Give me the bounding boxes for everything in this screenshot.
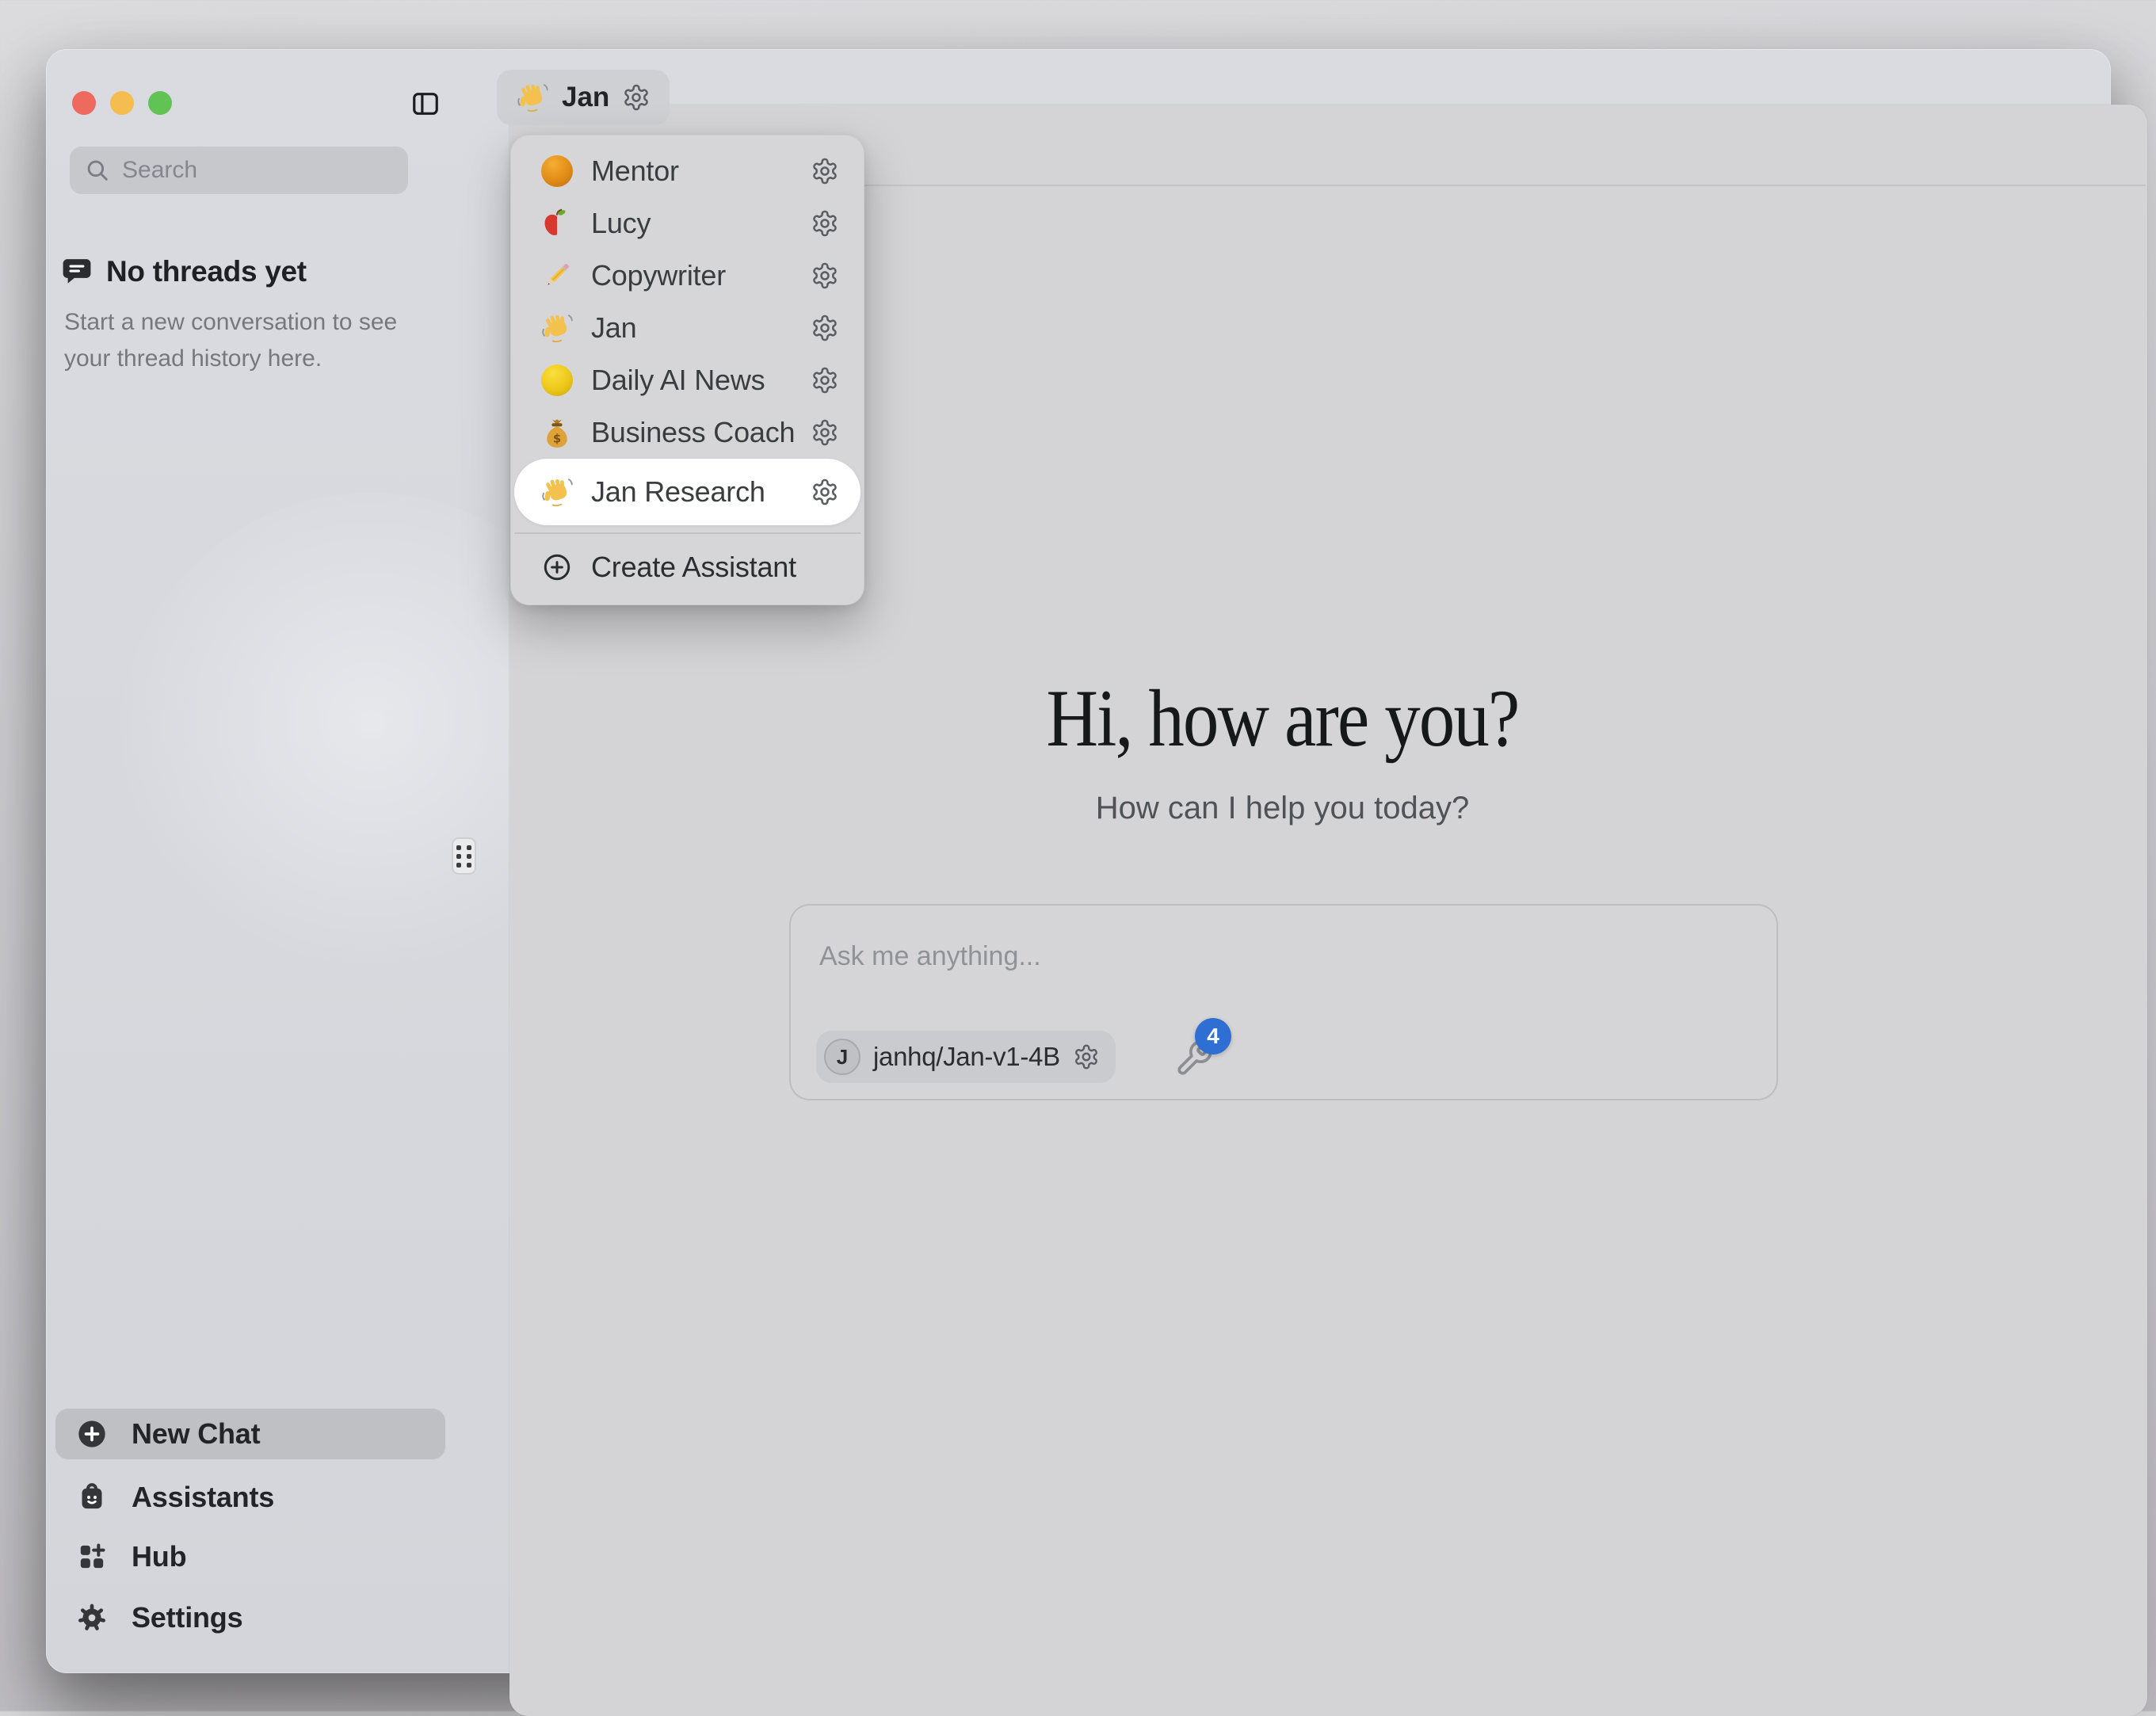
waving-hand-icon [540, 475, 574, 509]
model-avatar: J [824, 1039, 860, 1075]
sidebar-resize-handle[interactable] [452, 837, 476, 875]
sidebar-toggle-button[interactable] [410, 89, 441, 119]
composer[interactable]: J janhq/Jan-v1-4B 4 [789, 904, 1778, 1100]
sidebar-item-assistants[interactable]: Assistants [55, 1472, 445, 1523]
model-name: janhq/Jan-v1-4B [873, 1042, 1060, 1072]
menu-item-create-assistant[interactable]: Create Assistant [514, 541, 860, 593]
assistant-menu: Mentor Lucy [510, 135, 864, 605]
gear-icon[interactable] [811, 261, 839, 290]
gear-icon[interactable] [811, 366, 839, 395]
gear-icon[interactable] [811, 314, 839, 342]
minimize-button[interactable] [110, 91, 134, 115]
menu-item-jan[interactable]: Jan [514, 302, 860, 354]
menu-item-mentor[interactable]: Mentor [514, 145, 860, 197]
hub-grid-icon [76, 1541, 108, 1573]
menu-item-label: Lucy [591, 207, 651, 240]
assistant-selector-chip[interactable]: Jan [497, 70, 670, 125]
greeting-title: Hi, how are you? [562, 672, 2003, 765]
panel-left-icon [410, 89, 441, 119]
svg-text:$: $ [553, 431, 561, 445]
menu-item-lucy[interactable]: Lucy [514, 197, 860, 250]
menu-item-label: Business Coach [591, 416, 795, 449]
waving-hand-icon [516, 81, 549, 114]
gear-icon[interactable] [622, 83, 651, 112]
gear-icon[interactable] [811, 418, 839, 447]
assistant-icon [76, 1481, 108, 1513]
gear-filled-icon [76, 1602, 108, 1634]
gear-icon[interactable] [811, 209, 839, 238]
close-button[interactable] [72, 91, 96, 115]
gear-icon[interactable] [811, 157, 839, 185]
sidebar-item-label: Assistants [132, 1481, 274, 1514]
greeting-subtitle: How can I help you today? [464, 791, 2101, 826]
waving-hand-icon [540, 311, 574, 345]
tools-count-badge: 4 [1195, 1018, 1231, 1054]
sidebar-item-label: New Chat [132, 1417, 260, 1451]
menu-item-label: Jan Research [591, 475, 765, 509]
search-input[interactable] [122, 157, 394, 184]
menu-item-business-coach[interactable]: $ Business Coach [514, 406, 860, 459]
sidebar-item-settings[interactable]: Settings [55, 1592, 445, 1643]
money-bag-icon: $ [540, 416, 574, 449]
message-input[interactable] [819, 941, 1532, 972]
sidebar-item-hub[interactable]: Hub [55, 1531, 445, 1582]
sidebar-item-new-chat[interactable]: New Chat [55, 1409, 445, 1459]
empty-state-title: No threads yet [106, 255, 307, 288]
gear-icon[interactable] [811, 478, 839, 506]
apple-icon [540, 207, 574, 240]
menu-item-label: Create Assistant [591, 551, 796, 584]
plus-circle-outline-icon [540, 551, 574, 584]
sidebar-item-label: Hub [132, 1540, 186, 1573]
plus-circle-icon [76, 1418, 108, 1450]
sidebar-item-label: Settings [132, 1601, 242, 1634]
model-selector-chip[interactable]: J janhq/Jan-v1-4B [816, 1031, 1116, 1083]
desktop: No threads yet Start a new conversation … [0, 0, 2156, 1711]
menu-item-jan-research[interactable]: Jan Research [514, 459, 860, 525]
grip-dots-icon [456, 845, 471, 868]
assistant-name: Jan [562, 82, 609, 113]
menu-item-label: Jan [591, 311, 636, 345]
chat-bubble-icon [62, 257, 92, 287]
menu-item-label: Mentor [591, 154, 679, 188]
menu-item-copywriter[interactable]: Copywriter [514, 250, 860, 302]
gear-icon[interactable] [1073, 1043, 1100, 1070]
empty-state-description: Start a new conversation to see your thr… [64, 304, 445, 377]
zoom-button[interactable] [148, 91, 172, 115]
orange-circle-icon [540, 154, 574, 188]
search-icon [84, 157, 111, 184]
menu-item-label: Daily AI News [591, 364, 765, 397]
yellow-circle-icon [540, 364, 574, 397]
search-field[interactable] [70, 147, 408, 194]
empty-state-header: No threads yet [62, 255, 307, 288]
menu-item-daily-ai-news[interactable]: Daily AI News [514, 354, 860, 406]
menu-item-label: Copywriter [591, 259, 726, 292]
pencil-icon [540, 259, 574, 292]
menu-separator [514, 532, 860, 534]
